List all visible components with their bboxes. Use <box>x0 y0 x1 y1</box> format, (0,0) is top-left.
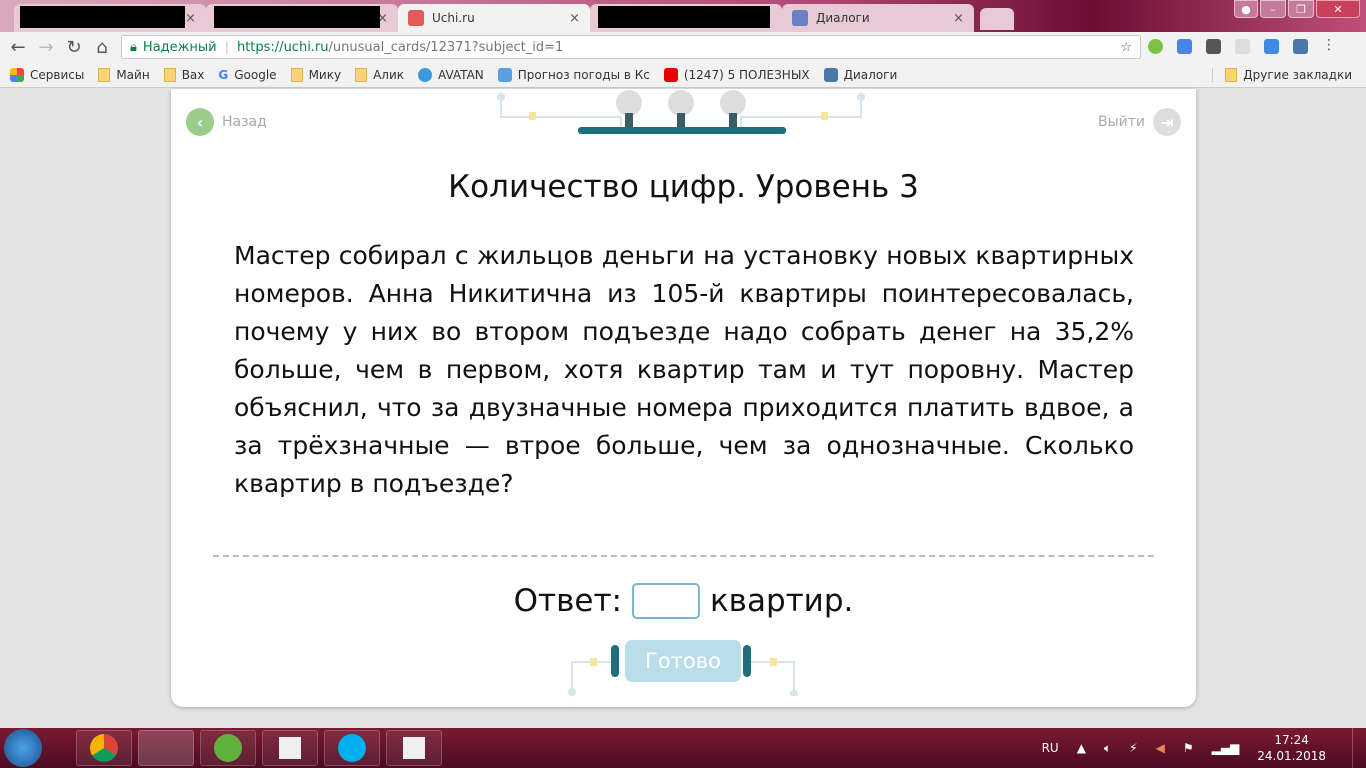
back-button[interactable]: ‹ Назад <box>186 108 267 136</box>
answer-input[interactable] <box>631 583 700 619</box>
language-indicator[interactable]: RU <box>1042 741 1059 755</box>
tab-strip: × × Uchi.ru× × Диалоги× ● – ❐ ✕ <box>0 0 1366 32</box>
show-desktop-button[interactable] <box>1352 728 1366 768</box>
reload-icon[interactable]: ↻ <box>60 37 88 58</box>
youtube-icon <box>663 67 678 82</box>
answer-label: Ответ: <box>513 583 622 619</box>
app-taskbar-icon[interactable] <box>138 730 194 766</box>
answer-unit: квартир. <box>709 583 854 619</box>
close-icon[interactable]: × <box>953 11 964 26</box>
menu-icon[interactable]: ⋮ <box>1322 38 1336 54</box>
light-bulbs-decoration <box>497 90 865 134</box>
folder-icon <box>1225 67 1238 82</box>
close-window-button[interactable]: ✕ <box>1316 0 1360 18</box>
chat-icon <box>792 10 808 26</box>
extension-lock-icon[interactable] <box>1148 39 1163 54</box>
bookmark-folder[interactable]: Майн <box>98 67 150 82</box>
network-signal-icon[interactable]: ▂▄▆ <box>1212 741 1240 755</box>
folder-icon <box>98 67 111 82</box>
minimize-button[interactable]: – <box>1260 0 1286 18</box>
page-title: Количество цифр. Уровень 3 <box>448 169 919 205</box>
window-taskbar-icon[interactable] <box>262 730 318 766</box>
bookmark-avatan[interactable]: AVATAN <box>418 67 484 82</box>
exit-icon: ⇥ <box>1153 108 1181 136</box>
home-icon[interactable]: ⌂ <box>88 37 116 58</box>
exit-button[interactable]: Выйти ⇥ <box>1098 108 1181 136</box>
clock[interactable]: 17:24 24.01.2018 <box>1257 732 1326 764</box>
folder-icon <box>290 67 303 82</box>
avatan-icon <box>418 67 433 82</box>
profile-icon[interactable]: ● <box>1234 0 1258 18</box>
translate-icon[interactable] <box>1177 39 1192 54</box>
answer-row: Ответ: квартир. <box>171 583 1196 619</box>
folder-icon <box>355 67 368 82</box>
apps-icon <box>10 67 24 82</box>
tab-label: Диалоги <box>816 11 870 25</box>
back-arrow-icon[interactable]: ← <box>4 37 32 58</box>
window-taskbar-icon[interactable] <box>386 730 442 766</box>
url-text: https://uchi.ru/unusual_cards/12371?subj… <box>236 39 564 55</box>
forward-arrow-icon[interactable]: → <box>32 37 60 58</box>
new-tab-button[interactable] <box>980 8 1014 30</box>
bookmark-services[interactable]: Сервисы <box>10 67 84 82</box>
volume-icon[interactable]: 🔈︎ <box>1104 741 1111 756</box>
chrome-taskbar-icon[interactable] <box>76 730 132 766</box>
speaker-icon[interactable]: ◀ <box>1156 741 1165 755</box>
vk-icon[interactable] <box>1293 39 1308 54</box>
action-center-flag-icon[interactable]: ⚑ <box>1183 741 1194 755</box>
browser-toolbar: ← → ↻ ⌂ 🔒︎ Надежный | https://uchi.ru/un… <box>0 32 1366 62</box>
problem-text: Мастер собирал с жильцов деньги на устан… <box>234 241 1134 498</box>
bookmarks-bar: Сервисы Майн Вах G Google Мику Алик AVATA… <box>0 62 1366 88</box>
chevron-left-icon: ‹ <box>186 108 214 136</box>
weather-icon <box>497 67 512 82</box>
star-icon[interactable]: ☆ <box>1120 40 1132 55</box>
lock-icon: 🔒︎ <box>130 39 137 55</box>
bookmark-google[interactable]: G Google <box>218 68 276 82</box>
redacted-block <box>20 6 185 28</box>
bookmark-folder[interactable]: Мику <box>290 67 341 82</box>
show-hidden-icons-icon[interactable]: ▲ <box>1077 741 1086 755</box>
google-icon: G <box>218 67 229 82</box>
windows-taskbar: RU ▲ 🔈︎ ⚡︎ ◀ ⚑ ▂▄▆ 17:24 24.01.2018 <box>0 728 1366 768</box>
utorrent-taskbar-icon[interactable] <box>200 730 256 766</box>
skype-taskbar-icon[interactable] <box>324 730 380 766</box>
extension-icon[interactable] <box>1235 39 1250 54</box>
maximize-button[interactable]: ❐ <box>1288 0 1314 18</box>
bookmark-youtube[interactable]: (1247) 5 ПОЛЕЗНЫХ <box>663 67 810 82</box>
divider <box>213 555 1154 557</box>
start-button[interactable] <box>4 729 42 767</box>
tab-label: Uchi.ru <box>432 11 475 25</box>
submit-button[interactable]: Готово <box>625 640 741 682</box>
bookmark-dialogi[interactable]: Диалоги <box>823 67 897 82</box>
redacted-block <box>598 6 770 28</box>
other-bookmarks[interactable]: Другие закладки <box>1212 67 1352 82</box>
folder-icon <box>163 67 176 82</box>
tab-dialogi[interactable]: Диалоги × <box>782 4 974 32</box>
address-bar[interactable]: 🔒︎ Надежный | https://uchi.ru/unusual_ca… <box>121 35 1141 59</box>
redacted-block <box>214 6 380 28</box>
power-extension-icon[interactable] <box>1206 39 1221 54</box>
bookmark-folder[interactable]: Вах <box>163 67 204 82</box>
power-icon[interactable]: ⚡︎ <box>1129 741 1137 755</box>
bookmark-weather[interactable]: Прогноз погоды в Кс <box>497 67 650 82</box>
system-tray: RU ▲ 🔈︎ ⚡︎ ◀ ⚑ ▂▄▆ 17:24 24.01.2018 <box>1042 728 1326 768</box>
task-card: ‹ Назад Выйти ⇥ Количество цифр. Уровень 3… <box>171 89 1196 707</box>
secure-label: Надежный <box>142 39 217 55</box>
close-icon[interactable]: × <box>569 11 580 26</box>
uchi-favicon-icon <box>408 10 424 26</box>
extension-icon[interactable] <box>1264 39 1279 54</box>
chat-icon <box>823 67 838 82</box>
bookmark-folder[interactable]: Алик <box>355 67 404 82</box>
tab-uchi[interactable]: Uchi.ru × <box>398 4 590 32</box>
